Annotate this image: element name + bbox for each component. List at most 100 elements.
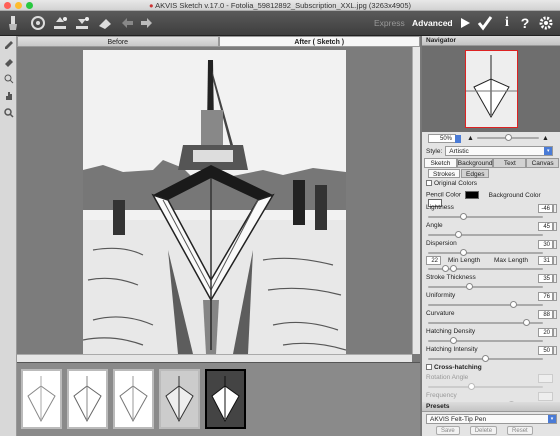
uniformity-value[interactable]: 76: [538, 292, 553, 301]
image-canvas[interactable]: [17, 47, 412, 354]
panel-tabs: Sketch Background Text Canvas: [424, 158, 559, 168]
zoom-select[interactable]: 50%: [428, 133, 461, 143]
tab-edges[interactable]: Edges: [461, 169, 490, 178]
dispersion-value[interactable]: 30: [538, 240, 553, 249]
run-play-icon[interactable]: [456, 14, 474, 32]
preset-thumbnail[interactable]: [159, 369, 200, 429]
min-length-knob[interactable]: [442, 265, 449, 272]
help-question-icon[interactable]: ?: [516, 14, 534, 32]
hatching-density-slider[interactable]: [428, 337, 543, 344]
history-brush-icon[interactable]: [0, 70, 17, 87]
info-icon[interactable]: i: [498, 14, 516, 32]
stroke-thickness-stepper[interactable]: [553, 274, 557, 283]
length-range-slider[interactable]: [428, 265, 543, 272]
style-select[interactable]: Artistic ▾: [445, 146, 554, 156]
lightness-knob[interactable]: [460, 213, 468, 220]
dispersion-stepper[interactable]: [553, 240, 557, 249]
stroke-thickness-slider[interactable]: [428, 283, 543, 290]
uniformity-label: Uniformity: [426, 292, 456, 299]
dispersion-knob[interactable]: [460, 249, 468, 256]
lightness-value[interactable]: -46: [538, 204, 553, 213]
main-toolbar: Express Advanced i ?: [0, 11, 560, 36]
max-length-stepper[interactable]: [553, 256, 557, 265]
hatching-intensity-value[interactable]: 50: [538, 346, 553, 355]
zoom-in-icon[interactable]: ▲: [542, 135, 549, 142]
tab-before[interactable]: Before: [17, 36, 219, 47]
min-length-value[interactable]: 22: [426, 256, 441, 265]
navigator-thumbnail[interactable]: [465, 50, 518, 128]
mode-advanced-button[interactable]: Advanced: [412, 18, 453, 28]
curvature-value[interactable]: 88: [538, 310, 553, 319]
dispersion-slider[interactable]: [428, 249, 543, 256]
hatching-intensity-slider[interactable]: [428, 355, 543, 362]
zoom-slider-knob[interactable]: [504, 134, 512, 141]
uniformity-stepper[interactable]: [553, 292, 557, 301]
preset-thumbnail-selected[interactable]: [205, 369, 246, 429]
delete-preset-button[interactable]: Delete: [469, 426, 498, 435]
tab-sketch[interactable]: Sketch: [424, 158, 457, 168]
original-colors-checkbox[interactable]: [426, 180, 432, 187]
zoom-window-button[interactable]: [26, 2, 33, 9]
apply-check-icon[interactable]: [476, 14, 494, 32]
preset-thumbnail[interactable]: [113, 369, 154, 429]
lightness-stepper[interactable]: [553, 204, 557, 213]
preset-select[interactable]: AKVIS Felt-Tip Pen ▾: [426, 414, 557, 424]
zoom-tool-icon[interactable]: [0, 104, 17, 121]
angle-knob[interactable]: [455, 231, 462, 238]
undo-arrow-icon[interactable]: [118, 14, 136, 32]
hatching-density-knob[interactable]: [449, 337, 457, 344]
hatching-intensity-knob[interactable]: [482, 355, 489, 362]
curvature-stepper[interactable]: [553, 310, 557, 319]
vertical-scrollbar[interactable]: [412, 47, 420, 354]
curvature-label: Curvature: [426, 310, 455, 317]
angle-slider[interactable]: [428, 231, 543, 238]
eraser-tool-icon[interactable]: [0, 53, 17, 70]
horizontal-scrollbar[interactable]: [17, 354, 412, 362]
curvature-row: Curvature 88: [426, 310, 557, 326]
hatching-density-stepper[interactable]: [553, 328, 557, 337]
tab-background[interactable]: Background: [456, 158, 494, 168]
preferences-gear-icon[interactable]: [537, 14, 555, 32]
stroke-thickness-value[interactable]: 35: [538, 274, 553, 283]
uniformity-slider[interactable]: [428, 301, 543, 308]
eraser-icon[interactable]: [96, 14, 114, 32]
tab-after-sketch[interactable]: After ( Sketch ): [218, 36, 420, 47]
zoom-slider[interactable]: [476, 134, 539, 141]
sub-tabs: Strokes Edges: [428, 169, 498, 178]
uniformity-knob[interactable]: [510, 301, 518, 308]
minimize-window-button[interactable]: [15, 2, 22, 9]
preset-thumbnail[interactable]: [21, 369, 62, 429]
mode-express-button[interactable]: Express: [374, 18, 405, 28]
preset-thumbnail[interactable]: [67, 369, 108, 429]
close-window-button[interactable]: [4, 2, 11, 9]
stroke-thickness-knob[interactable]: [465, 283, 473, 290]
settings-gear-icon[interactable]: [29, 14, 47, 32]
angle-stepper[interactable]: [553, 222, 557, 231]
open-image-icon[interactable]: [51, 14, 69, 32]
curvature-slider[interactable]: [428, 319, 543, 326]
lightness-slider[interactable]: [428, 213, 543, 220]
zoom-out-icon[interactable]: ▲: [467, 135, 474, 142]
angle-value[interactable]: 45: [538, 222, 553, 231]
redo-arrow-icon[interactable]: [138, 14, 156, 32]
cross-hatching-checkbox[interactable]: [426, 364, 432, 371]
save-preset-button[interactable]: Save: [436, 426, 460, 435]
hatching-intensity-stepper[interactable]: [553, 346, 557, 355]
tab-text[interactable]: Text: [493, 158, 527, 168]
max-length-value[interactable]: 31: [538, 256, 553, 265]
tab-strokes[interactable]: Strokes: [428, 169, 461, 178]
curvature-knob[interactable]: [523, 319, 531, 326]
zoom-row: 50% ▲ ▲: [422, 132, 560, 144]
pencil-tool-icon[interactable]: [0, 36, 17, 53]
hatching-density-value[interactable]: 20: [538, 328, 553, 337]
save-image-icon[interactable]: [73, 14, 91, 32]
tab-canvas[interactable]: Canvas: [526, 158, 559, 168]
navigator-preview[interactable]: [422, 46, 560, 132]
rotation-angle-label: Rotation Angle: [426, 374, 469, 381]
max-length-knob[interactable]: [450, 265, 457, 272]
reset-preset-button[interactable]: Reset: [507, 426, 533, 435]
lightness-label: Lightness: [426, 204, 454, 211]
pencil-color-swatch[interactable]: [464, 191, 479, 199]
hatching-intensity-row: Hatching Intensity 50: [426, 346, 557, 362]
hand-tool-icon[interactable]: [0, 87, 17, 104]
